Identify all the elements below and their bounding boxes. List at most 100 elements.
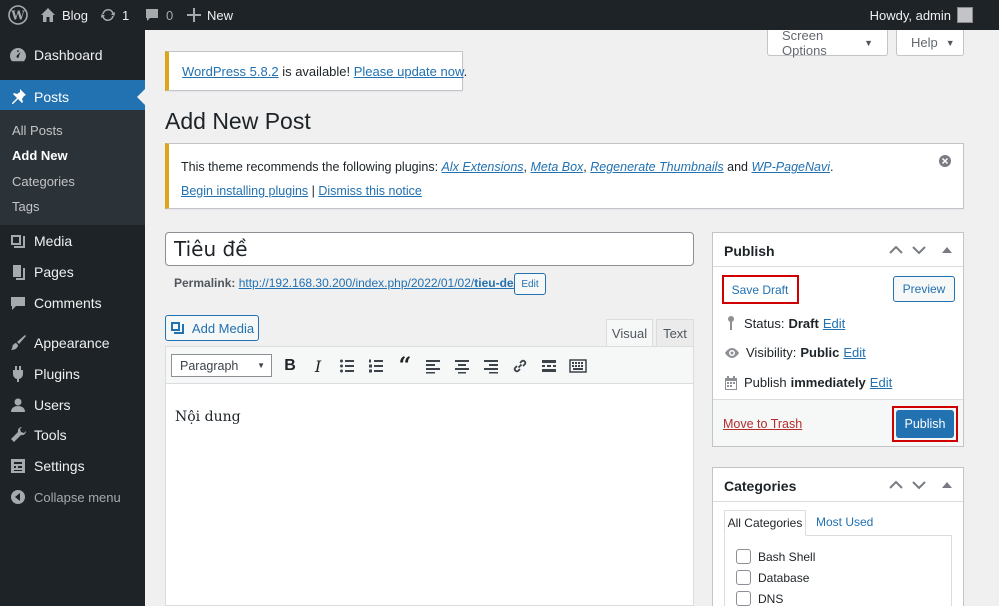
submenu-tags[interactable]: Tags xyxy=(12,199,39,214)
publish-button[interactable]: Publish xyxy=(896,410,954,438)
checkbox[interactable] xyxy=(736,591,751,606)
category-label: Database xyxy=(758,570,810,585)
plugin-link-metabox[interactable]: Meta Box xyxy=(530,160,583,174)
tab-all-categories[interactable]: All Categories xyxy=(724,510,806,536)
menu-label-plugins: Plugins xyxy=(34,366,80,382)
tab-most-used[interactable]: Most Used xyxy=(816,515,873,529)
category-item[interactable]: Bash Shell xyxy=(736,549,815,564)
please-update-link[interactable]: Please update now xyxy=(354,64,464,79)
format-select-value: Paragraph xyxy=(180,358,239,373)
move-up-icon[interactable] xyxy=(886,475,906,495)
edit-status-link[interactable]: Edit xyxy=(823,316,845,331)
edit-visibility-link[interactable]: Edit xyxy=(843,345,865,360)
pin-status-icon xyxy=(728,316,734,330)
dismiss-x-icon[interactable] xyxy=(939,155,951,170)
tab-text[interactable]: Text xyxy=(656,319,694,347)
menu-label-settings: Settings xyxy=(34,458,85,474)
wordpress-version-link[interactable]: WordPress 5.8.2 xyxy=(182,64,279,79)
plugin-link-pagenavi[interactable]: WP-PageNavi xyxy=(751,160,830,174)
caret-down-icon: ▼ xyxy=(257,361,265,370)
permalink-base: http://192.168.30.200/index.php/2022/01/… xyxy=(238,276,475,290)
move-to-trash-link[interactable]: Move to Trash xyxy=(723,417,802,431)
add-media-label: Add Media xyxy=(191,320,255,336)
page-scrollbar[interactable] xyxy=(985,30,999,606)
align-left-icon[interactable] xyxy=(422,355,444,377)
read-more-icon[interactable] xyxy=(538,355,560,377)
align-right-icon[interactable] xyxy=(480,355,502,377)
add-media-icon xyxy=(170,322,184,334)
screen-options-button[interactable]: Screen Options ▼ xyxy=(767,27,888,58)
help-button[interactable]: Help ▼ xyxy=(896,30,964,56)
menu-item-settings[interactable]: Settings xyxy=(0,449,145,483)
menu-item-plugins[interactable]: Plugins xyxy=(0,357,145,391)
menu-item-tools[interactable]: Tools xyxy=(0,418,145,452)
category-item[interactable]: Database xyxy=(736,570,809,585)
begin-installing-link[interactable]: Begin installing plugins xyxy=(181,184,308,198)
submenu-add-new[interactable]: Add New xyxy=(12,148,68,163)
publish-box-header: Publish xyxy=(713,233,963,267)
bulleted-list-icon[interactable] xyxy=(336,355,358,377)
numbered-list-icon[interactable] xyxy=(365,355,387,377)
comments-link[interactable]: 0 xyxy=(144,0,173,30)
add-media-button[interactable]: Add Media xyxy=(165,315,259,341)
checkbox[interactable] xyxy=(736,570,751,585)
wordpress-logo-icon[interactable]: W xyxy=(8,0,28,30)
format-select[interactable]: Paragraph ▼ xyxy=(171,354,272,377)
collapse-box-icon[interactable] xyxy=(937,475,957,495)
submenu-categories[interactable]: Categories xyxy=(12,174,75,189)
categories-box-header: Categories xyxy=(713,468,963,502)
italic-icon[interactable]: I xyxy=(307,355,329,377)
menu-item-comments[interactable]: Comments xyxy=(0,286,145,320)
screen-options-label: Screen Options xyxy=(782,27,827,58)
menu-label-posts: Posts xyxy=(34,89,70,105)
plugin-icon xyxy=(8,364,28,384)
menu-item-media[interactable]: Media xyxy=(0,224,145,258)
bold-icon[interactable]: B xyxy=(279,355,301,377)
account-menu[interactable]: Howdy, admin xyxy=(870,0,973,30)
edit-date-link[interactable]: Edit xyxy=(870,375,892,390)
blockquote-icon[interactable]: “ xyxy=(394,353,416,379)
admin-bar: W Blog 1 0 New Howdy, admin xyxy=(0,0,999,30)
category-item[interactable]: DNS xyxy=(736,591,783,606)
collapse-box-icon[interactable] xyxy=(937,240,957,260)
new-content-link[interactable]: New xyxy=(187,0,233,30)
editor-body[interactable]: Nội dung xyxy=(175,409,241,425)
tab-visual[interactable]: Visual xyxy=(606,319,653,347)
caret-down-icon: ▼ xyxy=(864,37,873,48)
post-title-input[interactable] xyxy=(165,232,694,266)
updates-link[interactable]: 1 xyxy=(100,0,129,30)
menu-item-pages[interactable]: Pages xyxy=(0,255,145,289)
plugin-notice-actions: Begin installing plugins | Dismiss this … xyxy=(181,184,422,198)
post-content-editor: Paragraph ▼ B I “ Nội dung xyxy=(165,346,694,606)
checkbox[interactable] xyxy=(736,549,751,564)
eye-icon xyxy=(725,347,739,358)
permalink-edit-button[interactable]: Edit xyxy=(514,273,546,295)
permalink-url[interactable]: http://192.168.30.200/index.php/2022/01/… xyxy=(239,276,517,290)
permalink-slug: tieu-de xyxy=(474,276,514,290)
toolbar-toggle-icon[interactable] xyxy=(567,355,589,377)
move-down-icon[interactable] xyxy=(909,475,929,495)
collapse-menu-button[interactable]: Collapse menu xyxy=(0,480,145,514)
categories-box: Categories All Categories Most Used Bash… xyxy=(712,467,964,606)
visibility-value: Public xyxy=(800,345,840,360)
menu-item-users[interactable]: Users xyxy=(0,388,145,422)
plugin-link-alx[interactable]: Alx Extensions xyxy=(442,160,524,174)
align-center-icon[interactable] xyxy=(451,355,473,377)
menu-item-posts[interactable]: Posts xyxy=(0,80,145,114)
plugin-notice-and: and xyxy=(723,160,752,174)
new-label: New xyxy=(207,7,234,23)
save-draft-button[interactable]: Save Draft xyxy=(726,278,794,302)
plugin-link-regenerate[interactable]: Regenerate Thumbnails xyxy=(590,160,723,174)
move-up-icon[interactable] xyxy=(886,240,906,260)
link-icon[interactable] xyxy=(509,355,531,377)
update-notice: WordPress 5.8.2 is available! Please upd… xyxy=(165,51,467,91)
menu-item-dashboard[interactable]: Dashboard xyxy=(0,38,145,72)
status-value: Draft xyxy=(788,315,819,331)
dismiss-notice-link[interactable]: Dismiss this notice xyxy=(318,184,422,198)
submenu-all-posts[interactable]: All Posts xyxy=(12,123,63,138)
category-label: DNS xyxy=(758,591,784,606)
site-name-link[interactable]: Blog xyxy=(40,0,88,30)
move-down-icon[interactable] xyxy=(909,240,929,260)
menu-item-appearance[interactable]: Appearance xyxy=(0,326,145,360)
preview-button[interactable]: Preview xyxy=(893,276,955,302)
